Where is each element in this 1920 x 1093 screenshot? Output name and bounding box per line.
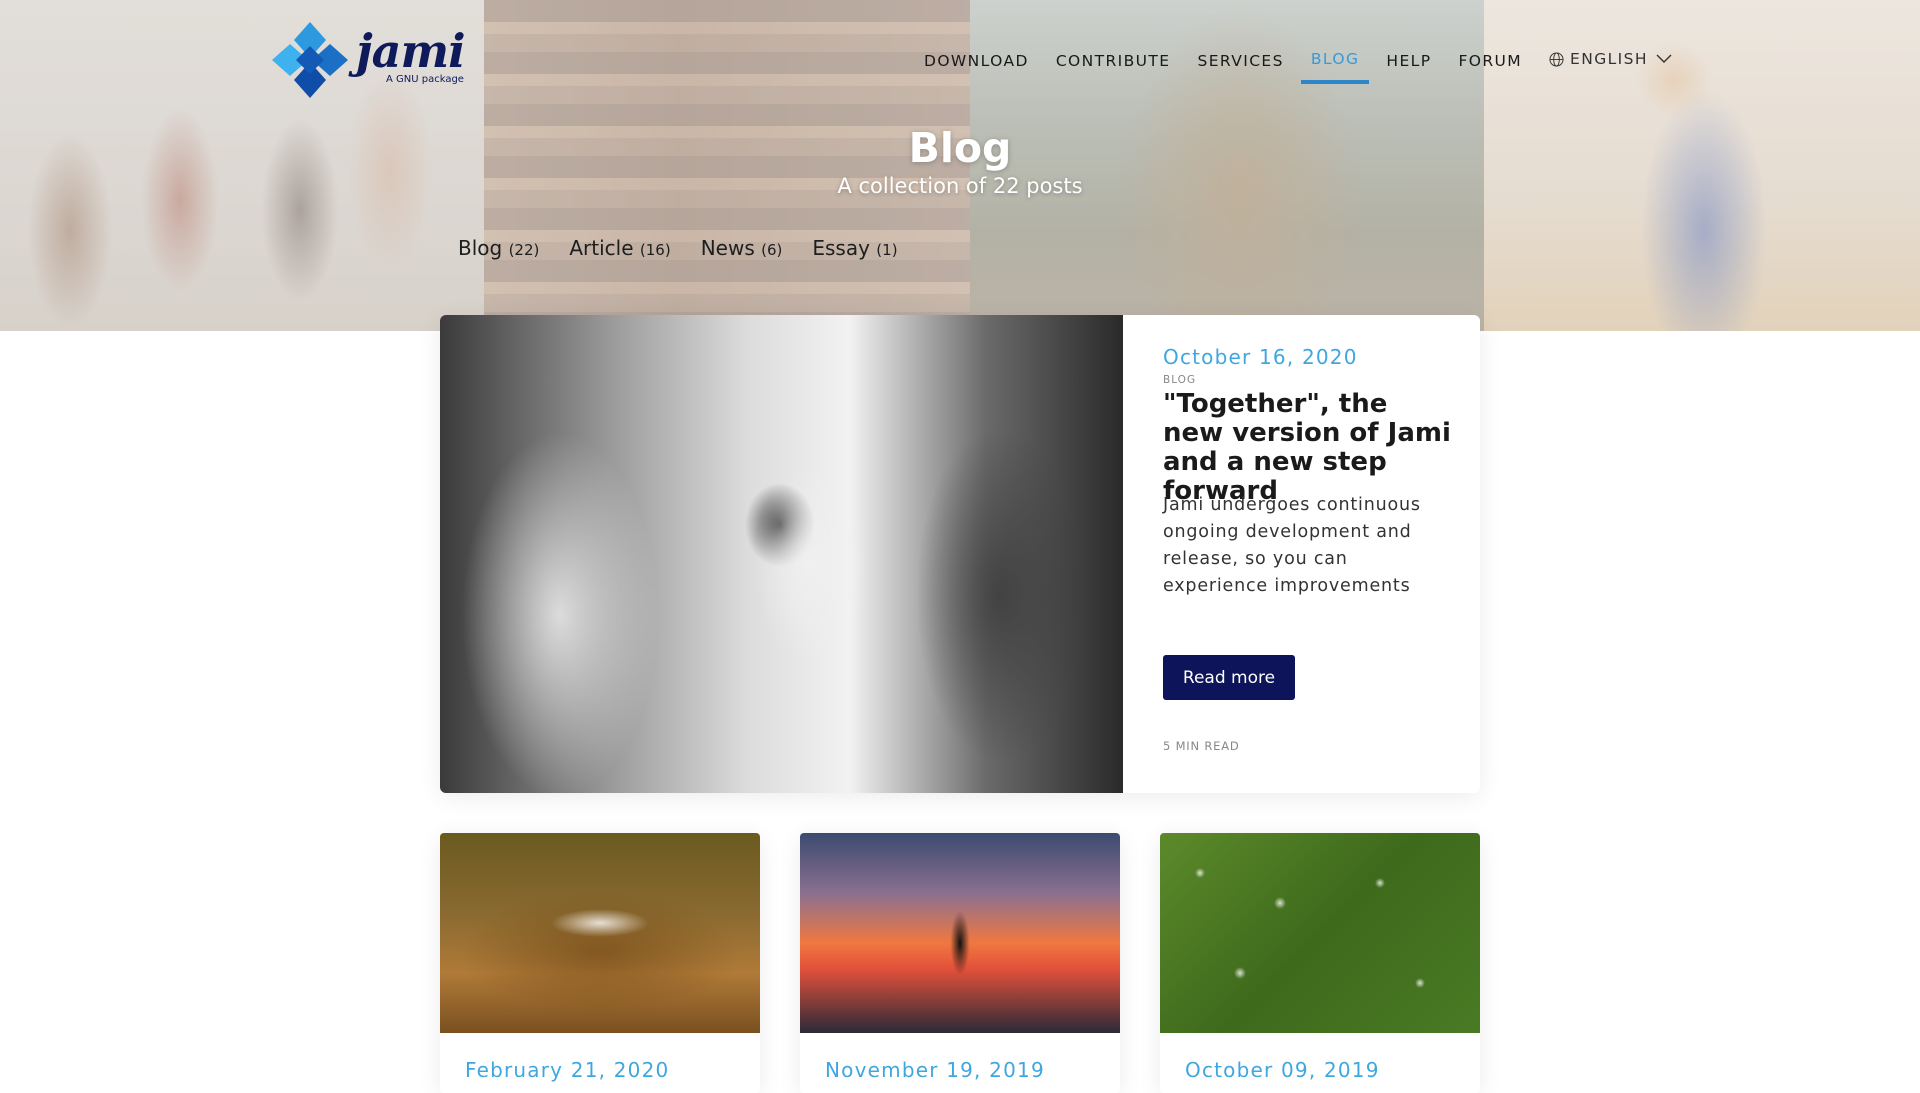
featured-post-title[interactable]: "Together", the new version of Jami and … [1163, 390, 1453, 506]
nav-help[interactable]: HELP [1386, 52, 1431, 70]
category-article[interactable]: Article (16) [569, 236, 670, 260]
category-label: Article [569, 236, 634, 260]
post-card[interactable]: February 21, 2020 [440, 833, 760, 1093]
category-blog[interactable]: Blog (22) [458, 236, 539, 260]
language-selector[interactable]: ENGLISH [1549, 50, 1678, 68]
category-label: Essay [812, 236, 870, 260]
nav-services[interactable]: SERVICES [1197, 52, 1283, 70]
read-time: 5 MIN READ [1163, 739, 1240, 753]
category-count: (6) [761, 241, 783, 259]
nav-download[interactable]: DOWNLOAD [924, 52, 1029, 70]
post-card[interactable]: November 19, 2019 [800, 833, 1120, 1093]
nav-blog[interactable]: BLOG [1300, 50, 1369, 84]
jami-logo-icon [272, 22, 348, 98]
post-image-water-drop[interactable] [440, 833, 760, 1033]
category-count: (1) [876, 241, 898, 259]
category-essay[interactable]: Essay (1) [812, 236, 897, 260]
featured-post-image[interactable] [440, 315, 1123, 793]
post-image-sunset[interactable] [800, 833, 1120, 1033]
page-title: Blog [908, 124, 1012, 172]
category-label: Blog [458, 236, 503, 260]
featured-post-card: October 16, 2020 BLOG "Together", the ne… [440, 315, 1480, 793]
featured-post-excerpt: Jami undergoes continuous ongoing develo… [1163, 495, 1421, 596]
category-count: (16) [639, 241, 671, 259]
category-filters: Blog (22) Article (16) News (6) Essay (1… [458, 236, 928, 260]
nav-forum[interactable]: FORUM [1458, 52, 1522, 70]
featured-post-date: October 16, 2020 [1163, 345, 1358, 369]
post-date: February 21, 2020 [465, 1058, 670, 1082]
language-label: ENGLISH [1570, 50, 1648, 68]
logo-wordmark: jami [356, 24, 466, 78]
globe-icon [1549, 51, 1564, 67]
chevron-down-icon [1656, 54, 1672, 63]
main-nav: DOWNLOAD CONTRIBUTE SERVICES BLOG HELP F… [924, 50, 1678, 84]
category-count: (22) [508, 241, 540, 259]
post-date: October 09, 2019 [1185, 1058, 1380, 1082]
read-more-button[interactable]: Read more [1163, 655, 1295, 700]
logo-tagline: A GNU package [386, 74, 464, 85]
page-subtitle: A collection of 22 posts [837, 174, 1083, 198]
post-image-dew-drops[interactable] [1160, 833, 1480, 1033]
post-date: November 19, 2019 [825, 1058, 1045, 1082]
category-label: News [700, 236, 755, 260]
post-card[interactable]: October 09, 2019 [1160, 833, 1480, 1093]
featured-post-tag[interactable]: BLOG [1163, 374, 1196, 386]
category-news[interactable]: News (6) [701, 236, 783, 260]
nav-contribute[interactable]: CONTRIBUTE [1056, 52, 1171, 70]
jami-logo[interactable]: jami A GNU package [268, 18, 478, 104]
